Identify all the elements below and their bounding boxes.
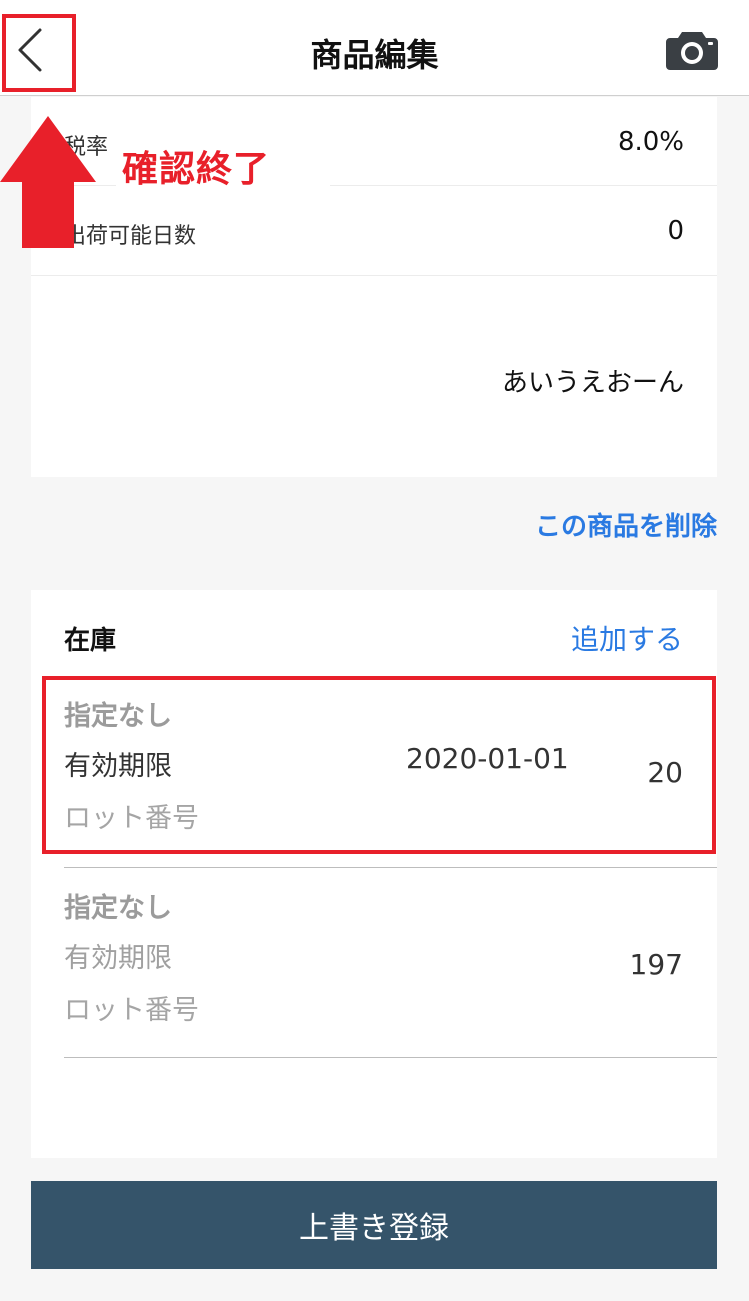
memo-value: あいうえおーん bbox=[501, 368, 684, 398]
overwrite-register-button[interactable]: 上書き登録 bbox=[31, 1181, 717, 1269]
lot-number-label: ロット番号 bbox=[64, 995, 199, 1026]
ship-days-value: 0 bbox=[667, 216, 684, 246]
stock-title: 在庫 bbox=[64, 626, 117, 656]
lot-divider bbox=[64, 867, 717, 868]
camera-button[interactable] bbox=[664, 28, 720, 72]
lot-quantity: 197 bbox=[629, 948, 683, 981]
ship-days-row[interactable]: 出荷可能日数 0 bbox=[31, 186, 717, 275]
page-title: 商品編集 bbox=[310, 36, 439, 74]
memo-row[interactable]: あいうえおーん bbox=[31, 276, 717, 477]
annotation-highlight-lot bbox=[42, 676, 716, 854]
app-header: 商品編集 bbox=[0, 0, 749, 96]
product-edit-screen: 商品編集 税率 8.0% 出荷可能日数 0 あいうえおーん 確認終了 この商品を… bbox=[0, 0, 749, 1301]
add-stock-button[interactable]: 追加する bbox=[571, 618, 683, 658]
camera-icon bbox=[666, 32, 718, 70]
lot-divider bbox=[64, 1057, 717, 1058]
annotation-arrow-icon bbox=[0, 116, 96, 248]
stock-lot-item[interactable]: 指定なし 有効期限 ロット番号 197 bbox=[31, 878, 717, 1068]
annotation-highlight-back bbox=[2, 14, 76, 92]
lot-expiry-label: 有効期限 bbox=[64, 943, 172, 974]
delete-product-link[interactable]: この商品を削除 bbox=[535, 506, 717, 543]
lot-designation: 指定なし bbox=[64, 893, 172, 924]
annotation-label: 確認終了 bbox=[122, 149, 271, 190]
tax-rate-value: 8.0% bbox=[617, 127, 684, 157]
